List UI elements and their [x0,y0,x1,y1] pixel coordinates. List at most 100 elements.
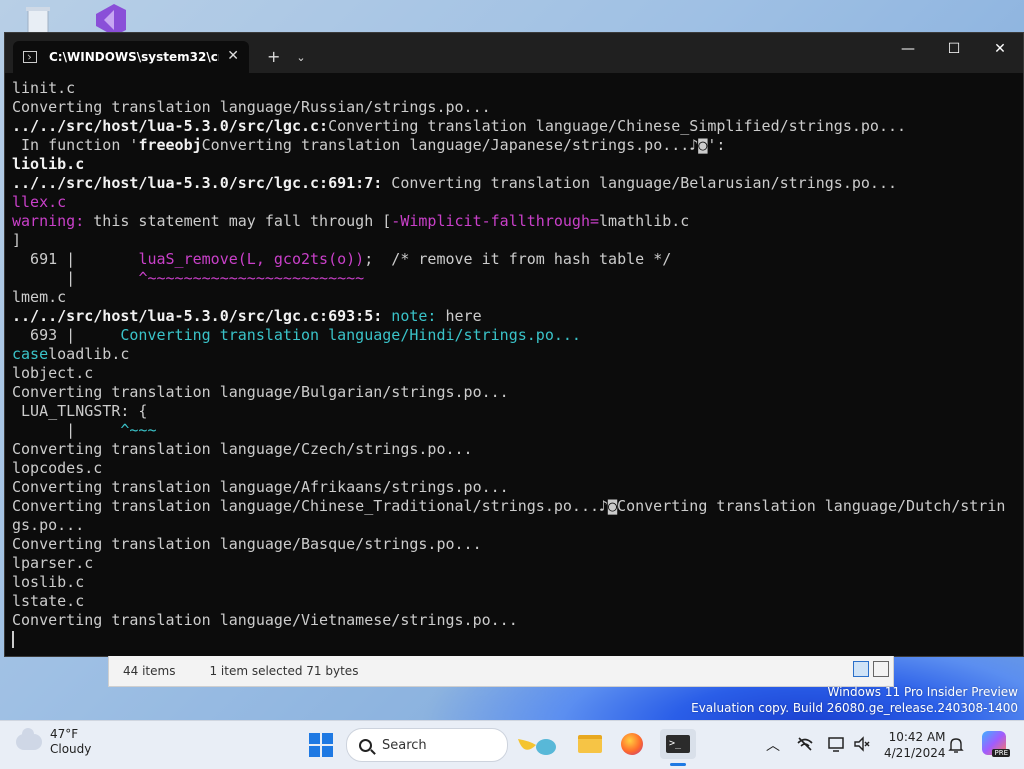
explorer-status-bar: 44 items 1 item selected 71 bytes [108,656,894,687]
terminal-text: Converting translation language/Vietname… [12,611,518,629]
terminal-line: 693 | Converting translation language/Hi… [12,326,1023,345]
terminal-line: linit.c [12,79,1023,98]
terminal-text: Converting translation language/Chinese_… [12,497,1006,515]
notification-bell-icon[interactable] [948,736,964,754]
cmd-icon [23,51,37,63]
terminal-line: Converting translation language/Afrikaan… [12,478,1023,497]
terminal-text: Converting translation language/Afrikaan… [12,478,509,496]
terminal-line: Converting translation language/Chinese_… [12,497,1023,516]
terminal-titlebar[interactable]: C:\WINDOWS\system32\cmd. ✕ + ⌄ — ☐ ✕ [5,33,1023,73]
close-tab-icon[interactable]: ✕ [227,48,239,64]
terminal-line: lobject.c [12,364,1023,383]
copilot-badge: PRE [992,749,1010,757]
display-icon[interactable] [827,735,845,753]
item-count: 44 items [123,664,176,678]
terminal-text: Converting translation language/Japanese… [201,136,726,154]
terminal-line: 691 | luaS_remove(L, gco2ts(o)); /* remo… [12,250,1023,269]
search-label: Search [382,737,427,753]
prompt-line[interactable] [12,630,1023,649]
terminal-app-icon[interactable]: >_ [660,729,696,759]
weather-desc: Cloudy [50,742,92,756]
terminal-text: | [12,269,139,287]
terminal-line: Converting translation language/Bulgaria… [12,383,1023,402]
weather-temp: 47°F [50,727,79,741]
watermark-edition: Windows 11 Pro Insider Preview [827,685,1018,699]
network-off-icon[interactable] [796,735,814,753]
terminal-line: ../../src/host/lua-5.3.0/src/lgc.c:691:7… [12,174,1023,193]
terminal-text: ] [12,231,22,249]
taskbar: 47°F Cloudy Search >_ ︿ 10:42 AM 4/21/20… [0,720,1024,769]
terminal-text: Converting translation language/Bulgaria… [12,383,509,401]
terminal-text: lmem.c [12,288,67,306]
search-box[interactable]: Search [346,728,508,762]
copilot-icon[interactable]: PRE [982,731,1010,757]
terminal-line: liolib.c [12,155,1023,174]
search-highlight-icon[interactable] [514,731,558,757]
terminal-text: gs.po... [12,516,85,534]
terminal-line: Converting translation language/Vietname… [12,611,1023,630]
clock-time: 10:42 AM [888,730,946,744]
terminal-text: liolib.c [12,155,85,173]
terminal-text: LUA_TLNGSTR: { [12,402,148,420]
terminal-line: ../../src/host/lua-5.3.0/src/lgc.c:693:5… [12,307,1023,326]
clock[interactable]: 10:42 AM 4/21/2024 [884,729,946,761]
file-explorer-icon[interactable] [575,729,605,759]
terminal-text: here [445,307,482,325]
terminal-text: freeobj [138,136,202,154]
terminal-text: ../../src/host/lua-5.3.0/src/lgc.c:691:7… [12,174,392,192]
terminal-line: caseloadlib.c [12,345,1023,364]
weather-widget[interactable]: 47°F Cloudy [16,727,91,757]
terminal-text: note: [391,307,446,325]
terminal-text: ; /* remove it from hash table */ [364,250,672,268]
terminal-line: warning: this statement may fall through… [12,212,1023,231]
terminal-text: this statement may fall through [ [93,212,392,230]
volume-muted-icon[interactable] [853,735,871,753]
maximize-button[interactable]: ☐ [931,33,977,65]
terminal-line: Converting translation language/Russian/… [12,98,1023,117]
tab-title: C:\WINDOWS\system32\cmd. [49,50,219,64]
cloud-icon [16,728,42,750]
terminal-line: | ^~~~ [12,421,1023,440]
terminal-text: warning: [12,212,94,230]
terminal-text: lmathlib.c [599,212,690,230]
terminal-text: lobject.c [12,364,94,382]
windows-start-icon[interactable] [309,733,333,757]
tab-cmd[interactable]: C:\WINDOWS\system32\cmd. ✕ [13,41,249,73]
terminal-line: LUA_TLNGSTR: { [12,402,1023,421]
terminal-line: | ^~~~~~~~~~~~~~~~~~~~~~~~~ [12,269,1023,288]
terminal-line: lparser.c [12,554,1023,573]
chevron-down-icon[interactable]: ⌄ [296,51,305,64]
search-icon [359,738,372,752]
terminal-text: Converting translation language/Russian/… [12,98,491,116]
details-view-icon[interactable] [853,661,869,677]
minimize-button[interactable]: — [885,33,931,65]
terminal-text: 693 | [12,326,121,344]
terminal-window: C:\WINDOWS\system32\cmd. ✕ + ⌄ — ☐ ✕ lin… [4,32,1024,657]
build-watermark: Windows 11 Pro Insider Preview Evaluatio… [691,684,1018,716]
text-cursor [12,631,14,648]
terminal-text: lopcodes.c [12,459,103,477]
terminal-text: 691 | [12,250,139,268]
selection-info: 1 item selected 71 bytes [209,664,359,678]
terminal-text: Converting translation language/Basque/s… [12,535,482,553]
terminal-text: Converting translation language/Belarusi… [391,174,898,192]
terminal-text: lparser.c [12,554,94,572]
terminal-text: Converting translation language/Czech/st… [12,440,473,458]
terminal-text: | [12,421,121,439]
tray-chevron-icon[interactable]: ︿ [766,735,780,755]
close-window-button[interactable]: ✕ [977,33,1023,65]
terminal-line: loslib.c [12,573,1023,592]
terminal-text: llex.c [12,193,67,211]
clock-date: 4/21/2024 [884,746,946,760]
firefox-icon[interactable] [617,729,647,759]
terminal-line: lstate.c [12,592,1023,611]
terminal-line: lopcodes.c [12,459,1023,478]
terminal-text: Converting translation language/Chinese_… [328,117,907,135]
terminal-output[interactable]: linit.c Converting translation language/R… [5,73,1023,656]
new-tab-button[interactable]: + [267,47,280,66]
terminal-line: lmem.c [12,288,1023,307]
watermark-build: Evaluation copy. Build 26080.ge_release.… [691,701,1018,715]
tiles-view-icon[interactable] [873,661,889,677]
terminal-text: loslib.c [12,573,85,591]
terminal-text: ^~~~~~~~~~~~~~~~~~~~~~~~~ [138,269,365,287]
